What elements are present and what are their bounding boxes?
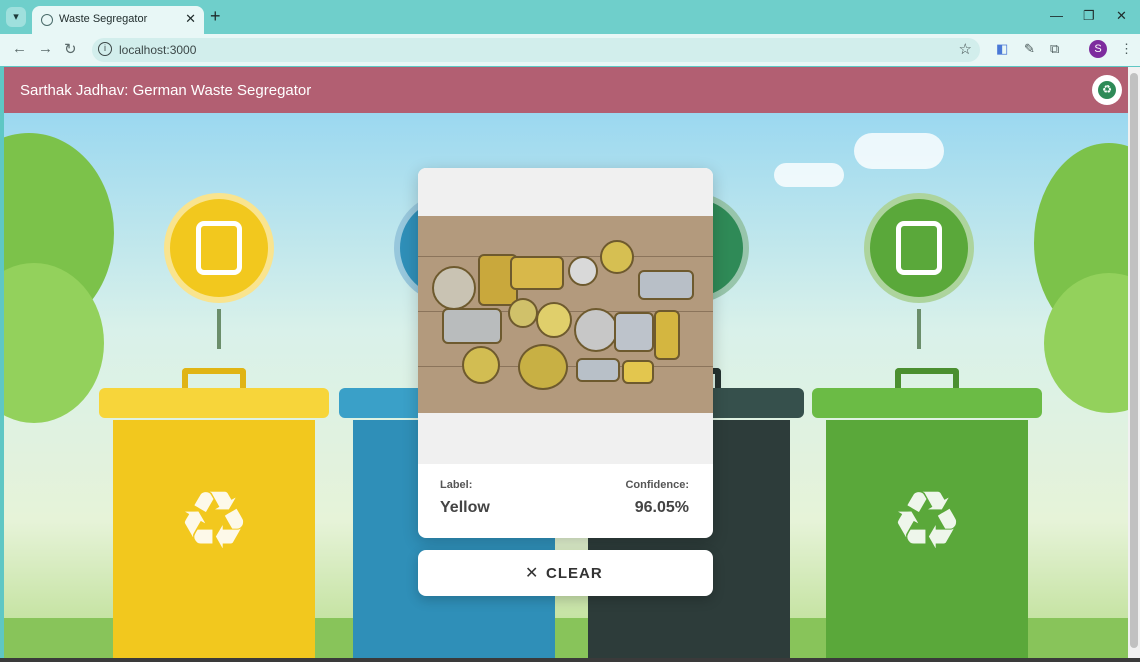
- recycle-icon: ♻: [891, 476, 963, 565]
- new-tab-button[interactable]: +: [210, 6, 221, 27]
- window-close-icon[interactable]: ✕: [1116, 8, 1127, 24]
- prediction-card: Label: Yellow Confidence: 96.05%: [418, 168, 713, 538]
- tin-can: [600, 240, 634, 274]
- packaging-icon: [196, 221, 242, 275]
- close-icon: ✕: [525, 565, 539, 582]
- extensions-puzzle-icon[interactable]: ⧉: [1050, 41, 1059, 57]
- tin-can: [638, 270, 694, 300]
- restore-icon[interactable]: ❐: [1083, 8, 1095, 24]
- back-arrow-icon[interactable]: ←: [12, 40, 27, 57]
- profile-avatar[interactable]: S: [1089, 40, 1107, 58]
- clear-button-label: CLEAR: [546, 565, 603, 582]
- tin-can: [462, 346, 500, 384]
- browser-toolbar: ← → ↻ i localhost:3000 ☆ ◧ ✎ ⧉ S ⋮: [0, 34, 1140, 66]
- yellow-bin-sign: [164, 193, 274, 303]
- bin-handle: [895, 368, 959, 390]
- bin-lid: [99, 388, 329, 418]
- green-bin: ♻: [812, 368, 1042, 658]
- bookmark-star-icon[interactable]: ☆: [959, 40, 972, 58]
- trash-can-icon: [896, 221, 942, 275]
- app-title: Sarthak Jadhav: German Waste Segregator: [20, 82, 312, 99]
- minimize-icon[interactable]: —: [1050, 8, 1063, 23]
- tin-can: [576, 358, 620, 382]
- tin-can: [432, 266, 476, 310]
- confidence-value: 96.05%: [634, 499, 689, 516]
- tin-can: [510, 256, 564, 290]
- address-bar[interactable]: i localhost:3000 ☆: [92, 38, 980, 62]
- recycle-logo-icon: ♻: [1098, 81, 1116, 99]
- window-bottom-edge: [0, 658, 1140, 662]
- scrollbar-thumb[interactable]: [1130, 73, 1138, 648]
- yellow-bin: ♻: [99, 368, 329, 658]
- tin-can: [518, 344, 568, 390]
- browser-tab-strip: ▾ Waste Segregator ✕ + — ❐ ✕: [0, 0, 1140, 34]
- tin-can: [536, 302, 572, 338]
- image-preview-area: [418, 168, 713, 464]
- green-bin-sign: [864, 193, 974, 303]
- globe-icon: [41, 14, 53, 26]
- confidence-caption: Confidence:: [625, 479, 689, 491]
- tin-can: [614, 312, 654, 352]
- browser-menu-icon[interactable]: ⋮: [1120, 41, 1133, 57]
- tin-can: [508, 298, 538, 328]
- page-scrollbar[interactable]: [1128, 67, 1140, 658]
- cloud: [854, 133, 944, 169]
- info-icon[interactable]: i: [98, 42, 112, 56]
- tin-can: [574, 308, 618, 352]
- bin-lid: [812, 388, 1042, 418]
- bin-handle: [182, 368, 246, 390]
- browser-tab[interactable]: Waste Segregator ✕: [32, 6, 204, 34]
- sign-pole: [217, 309, 221, 349]
- clear-button[interactable]: ✕ CLEAR: [418, 550, 713, 596]
- translate-extension-icon[interactable]: ◧: [996, 41, 1008, 57]
- close-icon[interactable]: ✕: [185, 11, 196, 27]
- pen-extension-icon[interactable]: ✎: [1024, 41, 1035, 57]
- bin-body: ♻: [113, 420, 315, 658]
- tin-can: [654, 310, 680, 360]
- tin-can: [622, 360, 654, 384]
- recycle-icon: ♻: [178, 476, 250, 565]
- cloud: [774, 163, 844, 187]
- label-caption: Label:: [440, 479, 473, 491]
- uploaded-image: [418, 216, 713, 413]
- wood-grain: [418, 256, 713, 257]
- predicted-label: Yellow: [440, 499, 490, 516]
- app-logo: ♻: [1092, 75, 1122, 105]
- app-header: Sarthak Jadhav: German Waste Segregator …: [4, 67, 1128, 113]
- reload-icon[interactable]: ↻: [64, 40, 77, 58]
- tin-can: [442, 308, 502, 344]
- sign-pole: [917, 309, 921, 349]
- tab-search-icon[interactable]: ▾: [6, 7, 26, 27]
- tab-title: Waste Segregator: [59, 13, 148, 25]
- tin-can: [568, 256, 598, 286]
- bin-body: ♻: [826, 420, 1028, 658]
- url-text[interactable]: localhost:3000: [119, 43, 196, 57]
- forward-arrow-icon[interactable]: →: [38, 40, 53, 57]
